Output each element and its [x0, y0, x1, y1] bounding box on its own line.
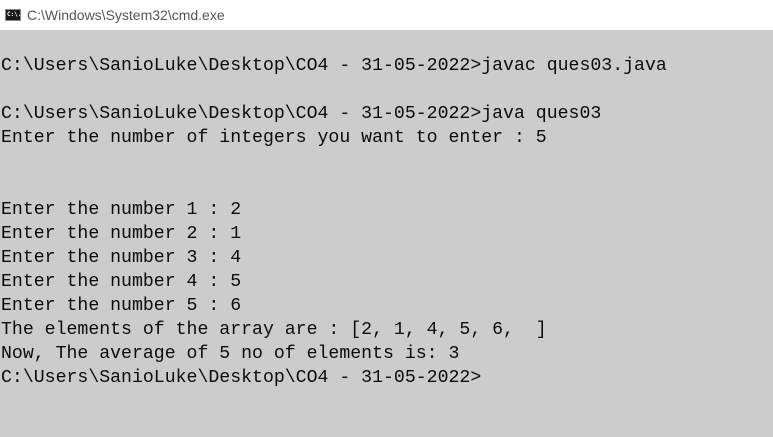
console-line: C:\Users\SanioLuke\Desktop\CO4 - 31-05-2…	[1, 104, 602, 124]
console-line: Now, The average of 5 no of elements is:…	[1, 344, 460, 364]
console-line: Enter the number 4 : 5	[1, 272, 242, 292]
console-line: C:\Users\SanioLuke\Desktop\CO4 - 31-05-2…	[1, 368, 482, 388]
console-line: Enter the number 5 : 6	[1, 296, 242, 316]
title-bar: C:\. C:\Windows\System32\cmd.exe	[0, 0, 773, 30]
window-title: C:\Windows\System32\cmd.exe	[27, 7, 225, 23]
console-output[interactable]: C:\Users\SanioLuke\Desktop\CO4 - 31-05-2…	[0, 30, 773, 390]
console-line: Enter the number 1 : 2	[1, 200, 242, 220]
console-line: C:\Users\SanioLuke\Desktop\CO4 - 31-05-2…	[1, 56, 667, 76]
console-line: The elements of the array are : [2, 1, 4…	[1, 320, 547, 340]
cmd-icon: C:\.	[5, 9, 21, 21]
console-line: Enter the number of integers you want to…	[1, 128, 547, 148]
console-line: Enter the number 2 : 1	[1, 224, 242, 244]
console-line: Enter the number 3 : 4	[1, 248, 242, 268]
